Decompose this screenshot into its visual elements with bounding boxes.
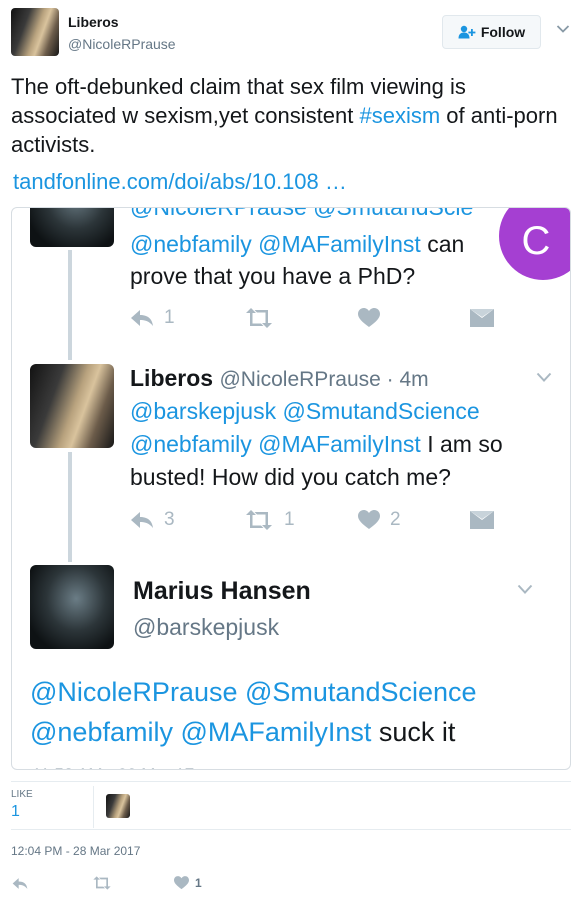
like-count: 2 — [390, 509, 401, 530]
embedded-screenshot[interactable]: @NicoleRPrause @SmutandScie @nebfamily @… — [11, 207, 571, 770]
reply-text-line: @NicoleRPrause @SmutandScie — [130, 207, 474, 220]
tweet-timestamp[interactable]: 12:04 PM - 28 Mar 2017 — [11, 844, 140, 858]
reply-avatar — [30, 565, 114, 649]
reply-text-line: prove that you have a PhD? — [130, 263, 416, 289]
divider — [11, 781, 571, 782]
tweet-text: The oft-debunked claim that sex film vie… — [11, 72, 576, 159]
dm-action — [470, 307, 494, 329]
follow-label: Follow — [480, 24, 526, 40]
envelope-icon — [470, 511, 494, 529]
author-handle[interactable]: @NicoleRPrause — [68, 36, 176, 52]
reply-avatar — [30, 208, 114, 247]
retweet-count: 1 — [284, 509, 295, 530]
divider — [11, 829, 571, 830]
like-stat-count[interactable]: 1 — [11, 803, 20, 821]
retweet-icon — [93, 876, 111, 890]
chevron-down-icon — [536, 372, 552, 382]
reply-text-line: @nebfamily @MAFamilyInst I am so — [130, 428, 503, 461]
reply-author-name: Marius Hansen — [133, 577, 311, 605]
follow-button[interactable]: Follow — [442, 15, 541, 49]
dm-action — [470, 509, 494, 531]
reply-icon — [131, 512, 153, 528]
reply-icon — [131, 310, 153, 326]
heart-icon — [358, 308, 380, 327]
envelope-icon — [470, 309, 494, 327]
reply-action: 3 — [130, 509, 175, 531]
reply-action: 1 — [130, 307, 175, 329]
retweet-action: 1 — [244, 509, 295, 531]
reply-text-line: @barskepjusk @SmutandScience — [130, 398, 480, 424]
like-stat-label: LIKE — [11, 789, 33, 800]
like-count: 1 — [195, 876, 202, 890]
like-action: 2 — [358, 509, 401, 531]
reply-text: suck it — [371, 717, 456, 747]
reply-author-name: Liberos — [130, 365, 214, 391]
reply-text-line: @NicoleRPrause @SmutandScience — [30, 677, 477, 707]
c-badge: C — [499, 208, 570, 280]
reply-text-line: @nebfamily @MAFamilyInst suck it — [30, 713, 455, 751]
reply-timestamp: 11:53 AM - 28 Mar 17 — [32, 758, 194, 769]
author-name[interactable]: Liberos — [68, 14, 119, 30]
thread-line — [68, 452, 72, 562]
heart-icon — [174, 876, 189, 890]
author-avatar[interactable] — [11, 8, 59, 56]
reply-text-line: @nebfamily @MAFamilyInst can — [130, 228, 464, 261]
reply-text: I am so — [420, 431, 503, 457]
hashtag-link[interactable]: #sexism — [359, 103, 440, 128]
reply-text: can — [420, 231, 465, 257]
reply-icon — [12, 877, 28, 889]
reply-button[interactable] — [12, 874, 28, 892]
mention-links: @nebfamily @MAFamilyInst — [130, 431, 421, 457]
retweet-button[interactable] — [92, 874, 112, 892]
divider — [93, 786, 94, 828]
reply-header: Liberos @NicoleRPrause · 4m — [130, 362, 429, 396]
reply-avatar — [30, 364, 114, 448]
mention-links: @nebfamily @MAFamilyInst — [130, 231, 421, 257]
reply-author-meta: @NicoleRPrause · 4m — [219, 368, 429, 391]
tweet-url-link[interactable]: tandfonline.com/doi/abs/10.108 … — [13, 169, 347, 195]
add-user-icon — [458, 25, 476, 39]
heart-icon — [358, 510, 380, 529]
chevron-down-icon[interactable] — [556, 24, 570, 34]
liker-avatar[interactable] — [106, 794, 130, 818]
reply-text-line: busted! How did you catch me? — [130, 464, 451, 490]
reply-count: 1 — [164, 307, 175, 328]
thread-line — [68, 250, 72, 360]
reply-author-handle: @barskepjusk — [133, 614, 280, 640]
mention-links: @nebfamily @MAFamilyInst — [30, 717, 372, 747]
chevron-down-icon — [517, 584, 533, 594]
reply-count: 3 — [164, 509, 175, 530]
retweet-icon — [246, 510, 272, 530]
retweet-action — [244, 307, 274, 329]
retweet-icon — [246, 308, 272, 328]
like-button[interactable]: 1 — [174, 874, 202, 892]
like-action — [358, 307, 380, 329]
